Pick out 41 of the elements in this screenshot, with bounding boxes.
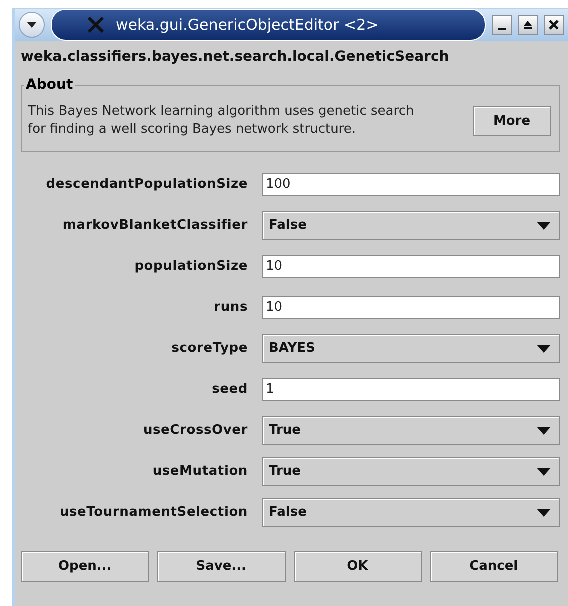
property-label: seed (211, 382, 248, 397)
property-input-field[interactable]: 10 (262, 296, 560, 319)
dialog-button[interactable]: Open... (21, 551, 150, 582)
property-input-field[interactable]: 10 (262, 255, 560, 278)
property-label: useTournamentSelection (58, 505, 248, 520)
dialog-button[interactable]: Cancel (430, 551, 558, 582)
dialog-button[interactable]: Save... (157, 551, 286, 582)
property-dropdown[interactable]: True (262, 416, 560, 445)
dropdown-arrow-icon (537, 222, 551, 230)
dropdown-arrow-icon (537, 344, 551, 352)
window-menu-button[interactable] (19, 12, 45, 38)
minimize-icon (498, 28, 506, 30)
class-name: weka.classifiers.bayes.net.search.local.GeneticSearch (21, 49, 450, 65)
about-legend: About (24, 77, 76, 93)
down-triangle-icon (27, 22, 37, 28)
property-label: populationSize (134, 259, 248, 274)
close-icon (549, 20, 559, 30)
property-label: runs (213, 300, 248, 315)
minimize-button[interactable] (492, 15, 512, 35)
window-title: weka.gui.GenericObjectEditor <2> (116, 16, 379, 34)
about-description: This Bayes Network learning algorithm uses genetic search for finding a well scoring Bayes network structure. (28, 103, 416, 139)
property-label: useCrossOver (142, 423, 248, 438)
x-logo-icon (88, 17, 104, 33)
property-input-field[interactable]: 100 (262, 173, 560, 196)
dropdown-arrow-icon (537, 508, 551, 516)
property-input-field[interactable]: 1 (262, 378, 560, 401)
property-dropdown[interactable]: False (262, 211, 560, 240)
property-label: scoreType (170, 341, 248, 356)
property-label: descendantPopulationSize (45, 177, 248, 192)
dialog-button[interactable]: OK (294, 551, 422, 582)
dropdown-arrow-icon (537, 426, 551, 434)
maximize-button[interactable] (518, 15, 538, 35)
property-dropdown[interactable]: False (262, 498, 560, 527)
close-button[interactable] (544, 15, 564, 35)
dropdown-arrow-icon (537, 468, 551, 476)
property-dropdown[interactable]: BAYES (262, 334, 560, 363)
property-label: markovBlanketClassifier (62, 218, 248, 233)
property-dropdown[interactable]: True (262, 457, 560, 486)
property-label: useMutation (152, 464, 248, 479)
more-button[interactable]: More (473, 106, 551, 136)
eject-icon (523, 20, 533, 30)
